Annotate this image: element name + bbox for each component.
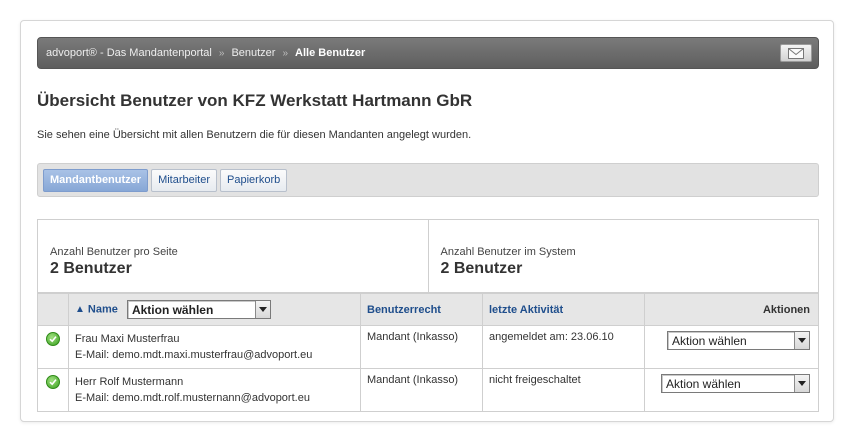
mail-button[interactable]: [780, 44, 812, 62]
breadcrumb-separator: »: [218, 47, 225, 59]
table-header-row: ▲ Name Aktion wählen Benutzerrecht letzte…: [37, 293, 819, 326]
stat-in-system-label: Anzahl Benutzer im System: [440, 246, 576, 258]
stat-per-page-label: Anzahl Benutzer pro Seite: [50, 246, 178, 258]
mail-icon: [788, 47, 804, 59]
check-circle-icon: [46, 375, 60, 389]
page-intro: Sie sehen eine Übersicht mit allen Benut…: [37, 129, 472, 141]
page-title: Übersicht Benutzer von KFZ Werkstatt Har…: [37, 91, 473, 110]
actions-cell: Aktion wählen: [644, 368, 819, 412]
breadcrumb-separator: »: [282, 47, 289, 59]
sort-up-icon[interactable]: ▲: [75, 304, 85, 315]
row-action-select-value: Aktion wählen: [672, 333, 747, 348]
stat-in-system-value: 2 Benutzer: [440, 260, 523, 277]
user-email: E-Mail: demo.mdt.maxi.musterfrau@advopor…: [75, 349, 313, 361]
user-name: Frau Maxi Musterfrau: [75, 333, 180, 345]
breadcrumb: advoport® - Das Mandantenportal » Benutz…: [37, 37, 819, 69]
user-activity: angemeldet am: 23.06.10: [482, 325, 645, 369]
tab-mitarbeiter[interactable]: Mitarbeiter: [151, 168, 218, 192]
user-right: Mandant (Inkasso): [360, 325, 483, 369]
chevron-down-icon[interactable]: [254, 301, 270, 318]
actions-column-header: Aktionen: [644, 293, 819, 326]
activity-column-header[interactable]: letzte Aktivität: [482, 293, 645, 326]
stat-in-system: Anzahl Benutzer im System 2 Benutzer: [427, 220, 819, 292]
bulk-action-select-value: Aktion wählen: [131, 302, 214, 317]
user-cell: Herr Rolf Mustermann E-Mail: demo.mdt.ro…: [68, 368, 361, 412]
status-cell: [37, 325, 69, 369]
chevron-down-icon[interactable]: [794, 375, 809, 392]
chevron-down-icon[interactable]: [794, 332, 809, 349]
right-column-header[interactable]: Benutzerrecht: [360, 293, 483, 326]
tab-mandantbenutzer[interactable]: Mandantbenutzer: [43, 168, 149, 192]
user-activity: nicht freigeschaltet: [482, 368, 645, 412]
breadcrumb-current: Alle Benutzer: [295, 47, 366, 59]
stat-per-page: Anzahl Benutzer pro Seite 2 Benutzer: [38, 220, 428, 292]
row-action-select-value: Aktion wählen: [666, 376, 741, 391]
check-circle-icon: [46, 332, 60, 346]
stat-per-page-value: 2 Benutzer: [50, 260, 132, 277]
main-panel: advoport® - Das Mandantenportal » Benutz…: [20, 20, 834, 422]
user-right: Mandant (Inkasso): [360, 368, 483, 412]
status-column-header: [37, 293, 69, 326]
name-column-header[interactable]: ▲ Name Aktion wählen: [68, 293, 361, 326]
user-email: E-Mail: demo.mdt.rolf.musternann@advopor…: [75, 392, 310, 404]
stats-box: Anzahl Benutzer pro Seite 2 Benutzer Anz…: [37, 219, 819, 293]
row-action-select[interactable]: Aktion wählen: [661, 374, 810, 393]
name-sort-link[interactable]: Name: [88, 303, 118, 315]
users-table: ▲ Name Aktion wählen Benutzerrecht letzte…: [37, 293, 819, 412]
user-name: Herr Rolf Mustermann: [75, 376, 184, 388]
table-row: Herr Rolf Mustermann E-Mail: demo.mdt.ro…: [37, 368, 819, 412]
breadcrumb-home[interactable]: advoport® - Das Mandantenportal: [46, 47, 212, 59]
tab-bar: Mandantbenutzer Mitarbeiter Papierkorb: [37, 163, 819, 197]
breadcrumb-benutzer[interactable]: Benutzer: [231, 47, 275, 59]
table-row: Frau Maxi Musterfrau E-Mail: demo.mdt.ma…: [37, 325, 819, 369]
status-cell: [37, 368, 69, 412]
bulk-action-select[interactable]: Aktion wählen: [126, 300, 271, 319]
user-cell: Frau Maxi Musterfrau E-Mail: demo.mdt.ma…: [68, 325, 361, 369]
actions-cell: Aktion wählen: [644, 325, 819, 369]
tab-papierkorb[interactable]: Papierkorb: [220, 168, 288, 192]
row-action-select[interactable]: Aktion wählen: [667, 331, 810, 350]
